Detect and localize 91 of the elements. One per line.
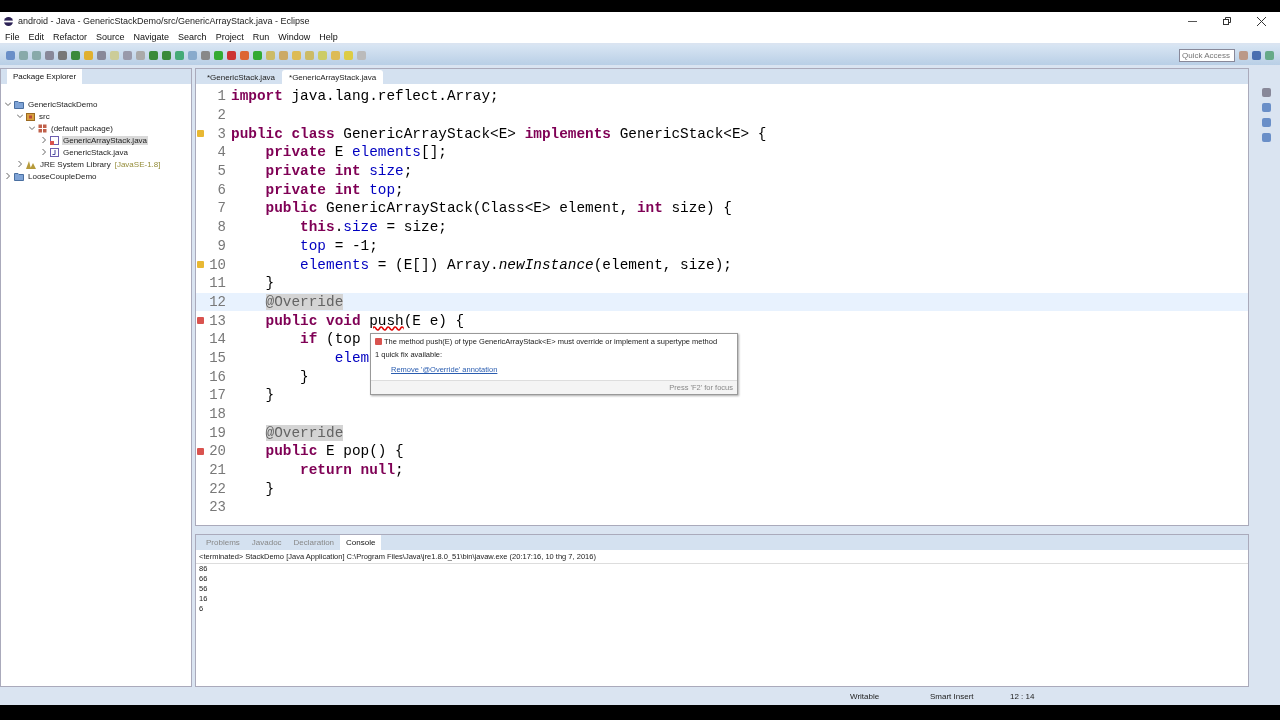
code-line: public class GenericArrayStack<E> implements GenericStack<E> { [230,125,767,142]
project-folder-icon [14,99,24,109]
line-number: 4 [217,144,226,161]
tree-item[interactable]: src [38,111,51,121]
code-line: private E elements[]; [264,144,447,161]
package-explorer-tab[interactable]: Package Explorer [7,69,83,84]
line-number: 6 [217,181,226,198]
line-number: 17 [209,387,226,404]
line-number: 16 [209,368,226,385]
error-marker-icon[interactable] [197,447,204,455]
code-line: private int top; [264,181,404,198]
collapsed-chevron-icon[interactable] [41,149,47,155]
menu-item[interactable]: Edit [28,31,45,42]
code-line: public E pop() { [264,443,404,460]
code-line: import java.lang.reflect.Array; [230,88,499,105]
line-number: 18 [209,406,226,423]
warning-marker-icon[interactable] [197,261,204,269]
menu-item[interactable]: Project [215,31,244,42]
line-number: 14 [209,331,226,348]
line-number: 3 [217,125,226,142]
menu-item[interactable]: Refactor [53,31,88,42]
window-title: android - Java - GenericStackDemo/src/GenericArrayStack.java - Eclipse [18,16,310,26]
collapsed-chevron-icon[interactable] [41,137,47,143]
error-marker-icon[interactable] [197,317,204,325]
tree-item[interactable]: GenericArrayStack.java [62,135,149,145]
tree-item[interactable]: GenericStackDemo [27,99,99,109]
code-line: public GenericArrayStack(Class<E> element, int size) { [264,200,732,217]
tree-item-decoration: [JavaSE-1.8] [114,159,161,169]
close-icon[interactable] [1257,16,1266,26]
minimize-icon[interactable] [1188,20,1197,22]
line-number: 21 [209,462,226,479]
line-number: 12 [209,293,226,310]
code-line: elements = (E[]) Array.newInstance(element, size); [299,256,732,273]
collapsed-chevron-icon[interactable] [5,173,11,179]
code-line: public void push(E e) { [264,312,465,329]
line-number: 7 [217,200,226,217]
line-number: 2 [217,107,226,124]
line-number: 15 [209,349,226,366]
code-line: } [264,387,275,404]
eclipse-logo-icon [4,16,13,26]
line-number: 5 [217,163,226,180]
line-number: 11 [209,275,226,292]
expanded-chevron-icon[interactable] [5,101,11,107]
line-number: 20 [209,443,226,460]
library-icon [26,159,36,169]
line-number: 10 [209,256,226,273]
line-number: 9 [217,237,226,254]
project-folder-icon [14,171,24,181]
code-line: this.size = size; [299,219,447,236]
code-line: } [299,368,309,385]
editor-tab[interactable]: *GenericStack.java [200,70,283,84]
tree-item[interactable]: GenericStack.java [62,147,129,157]
code-line: return null; [299,462,404,479]
java-file-error-icon [50,135,59,145]
tree-item[interactable]: JRE System Library [39,159,112,169]
view-tab[interactable]: Console [340,535,382,550]
menu-item[interactable]: Window [278,31,311,42]
warning-marker-icon[interactable] [197,130,204,138]
menu-item[interactable]: Search [178,31,207,42]
code-line: if (top [299,331,361,348]
line-number: 22 [209,480,226,497]
java-file-icon [50,147,59,157]
expanded-chevron-icon[interactable] [17,113,23,119]
menu-item[interactable]: Source [96,31,125,42]
menu-item[interactable]: Navigate [133,31,170,42]
restore-icon[interactable] [1223,17,1231,25]
menu-item[interactable]: Help [319,31,338,42]
source-folder-icon [26,111,35,121]
tree-item[interactable]: LooseCoupleDemo [27,171,98,181]
line-number: 1 [217,88,226,105]
status-text: Writable [850,691,881,701]
editor-tab[interactable]: *GenericArrayStack.java [282,70,384,84]
line-number: 8 [217,219,226,236]
expanded-chevron-icon[interactable] [29,125,35,131]
line-number: 23 [209,499,226,516]
status-text: Smart Insert [930,691,975,701]
menu-item[interactable]: File [5,31,20,42]
collapsed-chevron-icon[interactable] [17,161,23,167]
code-line: } [264,275,275,292]
code-line: } [264,480,275,497]
status-text: 12 : 14 [1010,691,1036,701]
code-line: top = -1; [299,237,378,254]
error-icon [375,338,382,345]
quick-access-field[interactable]: Quick Access [1179,48,1235,62]
code-line: elem [333,349,370,366]
tree-item[interactable]: (default package) [50,123,114,133]
package-icon [38,123,47,133]
line-number: 13 [209,312,226,329]
line-number: 19 [209,424,226,441]
menu-item[interactable]: Run [252,31,270,42]
code-line: private int size; [264,163,413,180]
